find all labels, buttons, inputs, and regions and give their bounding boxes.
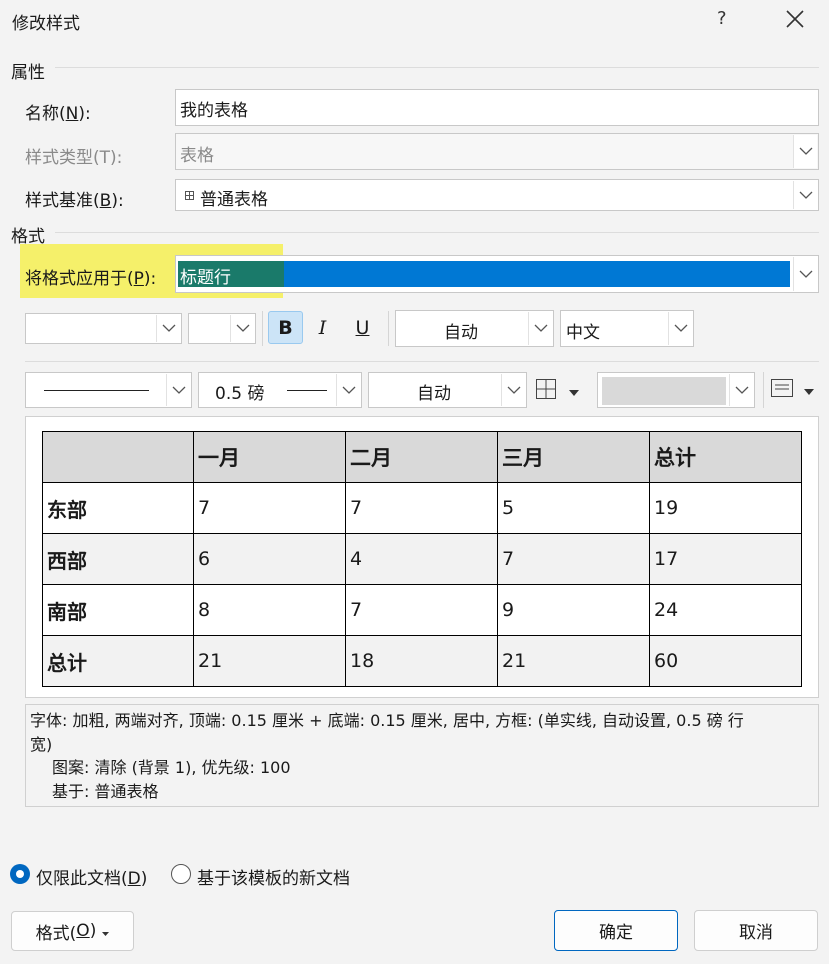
line-weight-sample — [287, 390, 327, 391]
caret-down-icon — [569, 381, 579, 401]
bold-button[interactable]: B — [268, 311, 303, 344]
style-type-label: 样式类型(T): — [25, 148, 123, 168]
style-base-value: 普通表格 — [200, 190, 268, 210]
borders-button[interactable] — [535, 378, 583, 404]
caret-down-icon — [804, 380, 814, 400]
apply-to-value: 标题行 — [180, 268, 231, 288]
format-menu-button[interactable]: 格式(O) — [11, 911, 134, 951]
divider — [55, 67, 819, 68]
apply-to-select[interactable]: 标题行 — [175, 255, 819, 293]
description-line: 字体: 加粗, 两端对齐, 顶端: 0.15 厘米 + 底端: 0.15 厘米,… — [30, 711, 744, 730]
table-cell: 19 — [649, 482, 802, 534]
chevron-down-icon[interactable] — [729, 374, 753, 406]
new-documents-template-radio[interactable] — [171, 864, 191, 884]
style-base-label: 样式基准(B): — [25, 191, 124, 211]
table-row: 东部 7 7 5 19 — [42, 482, 802, 534]
caret-down-icon — [102, 921, 110, 941]
table-cell: 7 — [345, 584, 498, 636]
style-base-select[interactable]: 普通表格 — [175, 179, 819, 211]
table-cell: 21 — [497, 635, 650, 687]
table-cell: 二月 — [345, 431, 498, 483]
borders-grid-icon — [535, 378, 557, 405]
line-weight-select[interactable]: 0.5 磅 — [198, 372, 362, 408]
table-row: 总计 21 18 21 60 — [42, 635, 802, 687]
table-cell: 南部 — [42, 584, 194, 636]
help-button[interactable]: ? — [717, 8, 727, 29]
name-input-value: 我的表格 — [180, 101, 248, 121]
table-cell: 6 — [193, 533, 346, 585]
new-documents-template-label[interactable]: 基于该模板的新文档 — [197, 864, 350, 889]
table-cell: 5 — [497, 482, 650, 534]
table-cell: 60 — [649, 635, 802, 687]
border-color-select[interactable]: 自动 — [368, 372, 527, 408]
table-cell: 7 — [497, 533, 650, 585]
table-cell: 18 — [345, 635, 498, 687]
close-icon[interactable] — [784, 5, 806, 33]
chevron-down-icon[interactable] — [156, 315, 180, 342]
table-style-icon — [185, 185, 194, 200]
table-cell: 东部 — [42, 482, 194, 534]
chevron-down-icon[interactable] — [166, 374, 190, 406]
table-cell: 9 — [497, 584, 650, 636]
ok-button[interactable]: 确定 — [554, 910, 678, 951]
table-cell — [42, 431, 194, 483]
style-description: 字体: 加粗, 两端对齐, 顶端: 0.15 厘米 + 底端: 0.15 厘米,… — [25, 704, 819, 807]
divider — [25, 361, 819, 362]
cancel-button[interactable]: 取消 — [694, 910, 818, 951]
font-size-select[interactable] — [188, 313, 256, 344]
shading-swatch — [602, 377, 726, 405]
apply-to-label: 将格式应用于(P): — [25, 269, 157, 289]
table-cell: 7 — [193, 482, 346, 534]
font-name-select[interactable] — [25, 313, 182, 344]
italic-button[interactable]: I — [305, 311, 340, 344]
chevron-down-icon — [793, 135, 817, 168]
alignment-button[interactable] — [771, 378, 819, 402]
divider — [55, 232, 819, 233]
cell-alignment-icon — [771, 378, 793, 402]
description-line: 基于: 普通表格 — [52, 781, 159, 801]
properties-section-title: 属性 — [11, 63, 45, 83]
preview-table: 一月 二月 三月 总计 东部 7 7 5 19 西部 6 4 7 17 南部 8… — [42, 431, 802, 687]
chevron-down-icon[interactable] — [501, 374, 525, 406]
table-cell: 17 — [649, 533, 802, 585]
table-row: 南部 8 7 9 24 — [42, 584, 802, 636]
style-type-select: 表格 — [175, 133, 819, 170]
table-cell: 总计 — [649, 431, 802, 483]
underline-button[interactable]: U — [345, 311, 380, 344]
shading-color-select[interactable] — [597, 372, 755, 408]
only-this-document-radio[interactable] — [10, 864, 30, 884]
line-style-select[interactable] — [25, 372, 192, 408]
font-color-select[interactable]: 自动 — [395, 310, 554, 347]
table-row: 西部 6 4 7 17 — [42, 533, 802, 585]
line-style-sample — [44, 390, 149, 391]
table-cell: 7 — [345, 482, 498, 534]
toolbar-separator — [388, 311, 389, 346]
script-select[interactable]: 中文 — [560, 310, 694, 347]
chevron-down-icon[interactable] — [793, 257, 817, 291]
table-cell: 21 — [193, 635, 346, 687]
table-cell: 三月 — [497, 431, 650, 483]
only-this-document-label[interactable]: 仅限此文档(D) — [36, 864, 147, 889]
chevron-down-icon[interactable] — [528, 312, 552, 345]
table-row: 一月 二月 三月 总计 — [42, 431, 802, 483]
chevron-down-icon[interactable] — [230, 315, 254, 342]
toolbar-separator — [763, 372, 764, 408]
style-type-value: 表格 — [180, 146, 214, 166]
chevron-down-icon[interactable] — [793, 181, 817, 209]
table-cell: 一月 — [193, 431, 346, 483]
toolbar-separator — [262, 311, 263, 346]
description-line: 宽) — [30, 734, 53, 754]
title-bar — [0, 0, 829, 42]
table-cell: 24 — [649, 584, 802, 636]
table-cell: 总计 — [42, 635, 194, 687]
table-cell: 8 — [193, 584, 346, 636]
name-input[interactable]: 我的表格 — [175, 89, 819, 126]
description-line: 图案: 清除 (背景 1), 优先级: 100 — [52, 758, 291, 777]
chevron-down-icon[interactable] — [668, 312, 692, 345]
table-cell: 4 — [345, 533, 498, 585]
table-cell: 西部 — [42, 533, 194, 585]
chevron-down-icon[interactable] — [336, 374, 360, 406]
name-label: 名称(N): — [25, 104, 91, 124]
dialog-title: 修改样式 — [12, 14, 80, 34]
